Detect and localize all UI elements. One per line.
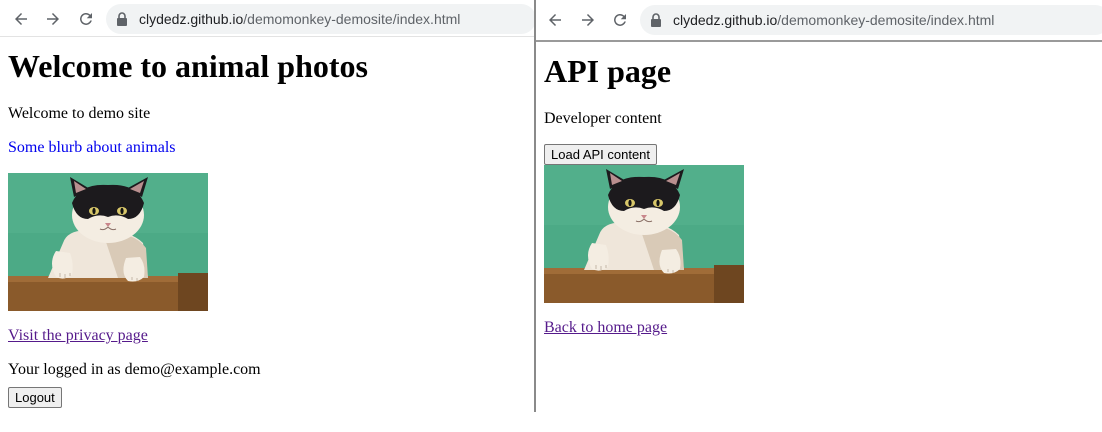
logged-in-text: Your logged in as demo@example.com [8, 361, 261, 378]
intro-text: Welcome to demo site [8, 105, 151, 122]
address-bar[interactable]: clydedz.github.io/demomonkey-demosite/in… [640, 5, 1102, 35]
logout-button[interactable]: Logout [8, 387, 62, 408]
right-browser-window: clydedz.github.io/demomonkey-demosite/in… [536, 0, 1102, 432]
browser-toolbar: clydedz.github.io/demomonkey-demosite/in… [536, 0, 1102, 42]
page-title: Welcome to animal photos [8, 48, 368, 84]
left-browser-window: clydedz.github.io/demomonkey-demosite/in… [0, 0, 534, 432]
address-bar[interactable]: clydedz.github.io/demomonkey-demosite/in… [106, 4, 534, 34]
lock-icon [650, 13, 664, 27]
url-text: clydedz.github.io/demomonkey-demosite/in… [673, 12, 994, 28]
page-title: API page [544, 53, 672, 89]
url-path: /demomonkey-demosite/index.html [777, 12, 995, 28]
reload-icon[interactable] [609, 9, 631, 31]
url-host: clydedz.github.io [673, 12, 778, 28]
home-page-link[interactable]: Back to home page [544, 319, 667, 336]
back-arrow-icon[interactable] [10, 8, 32, 30]
forward-arrow-icon[interactable] [42, 8, 64, 30]
cat-photo [544, 165, 744, 303]
back-arrow-icon[interactable] [544, 9, 566, 31]
browser-toolbar: clydedz.github.io/demomonkey-demosite/in… [0, 0, 534, 37]
url-host: clydedz.github.io [139, 11, 244, 27]
blurb-text: Some blurb about animals [8, 139, 176, 156]
privacy-page-link[interactable]: Visit the privacy page [8, 327, 148, 344]
url-text: clydedz.github.io/demomonkey-demosite/in… [139, 11, 460, 27]
forward-arrow-icon[interactable] [577, 9, 599, 31]
cat-photo [8, 173, 208, 311]
page-content: API page Developer content Load API cont… [544, 45, 1102, 353]
url-path: /demomonkey-demosite/index.html [243, 11, 461, 27]
load-api-content-button[interactable]: Load API content [544, 144, 658, 165]
intro-text: Developer content [544, 110, 662, 127]
reload-icon[interactable] [75, 8, 97, 30]
page-content: Welcome to animal photos Welcome to demo… [8, 40, 534, 408]
lock-icon [116, 12, 130, 26]
